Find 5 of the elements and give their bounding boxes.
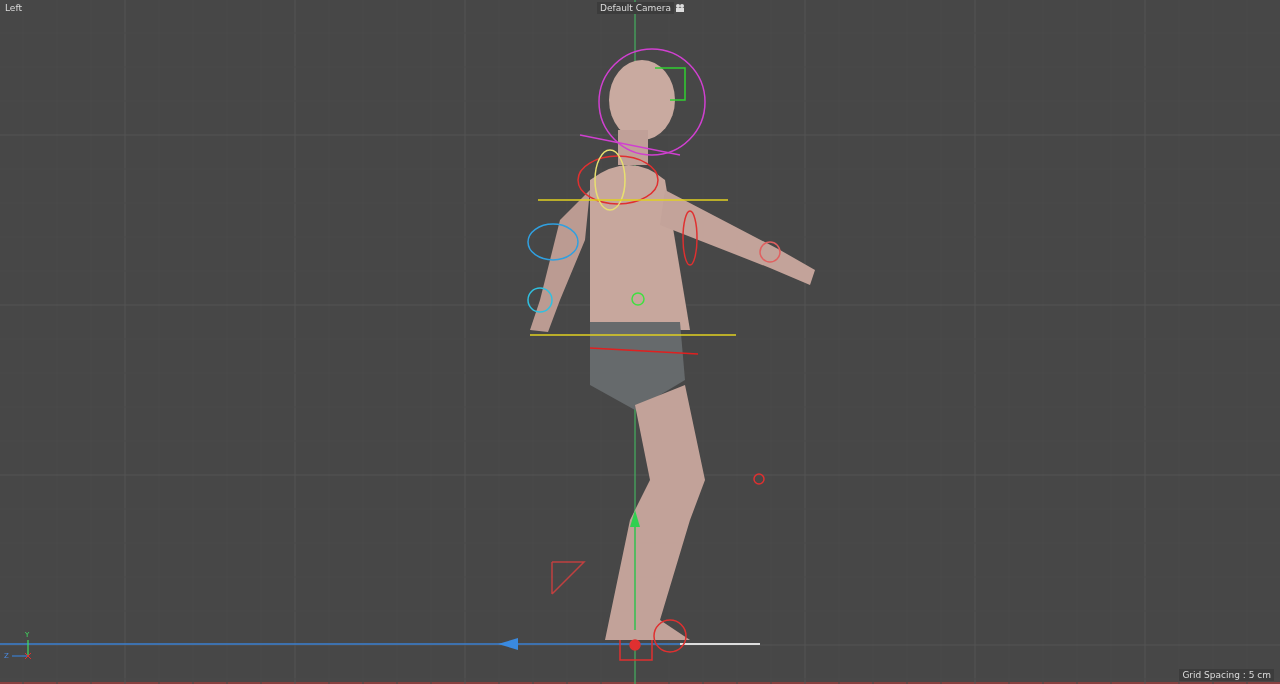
- camera-label[interactable]: Default Camera: [597, 2, 675, 14]
- grid-spacing-label: Grid Spacing : 5 cm: [1179, 669, 1274, 681]
- axis-gizmo-drawing: [11, 639, 32, 660]
- camera-icon[interactable]: [675, 4, 686, 12]
- view-name-label: Left: [4, 2, 23, 14]
